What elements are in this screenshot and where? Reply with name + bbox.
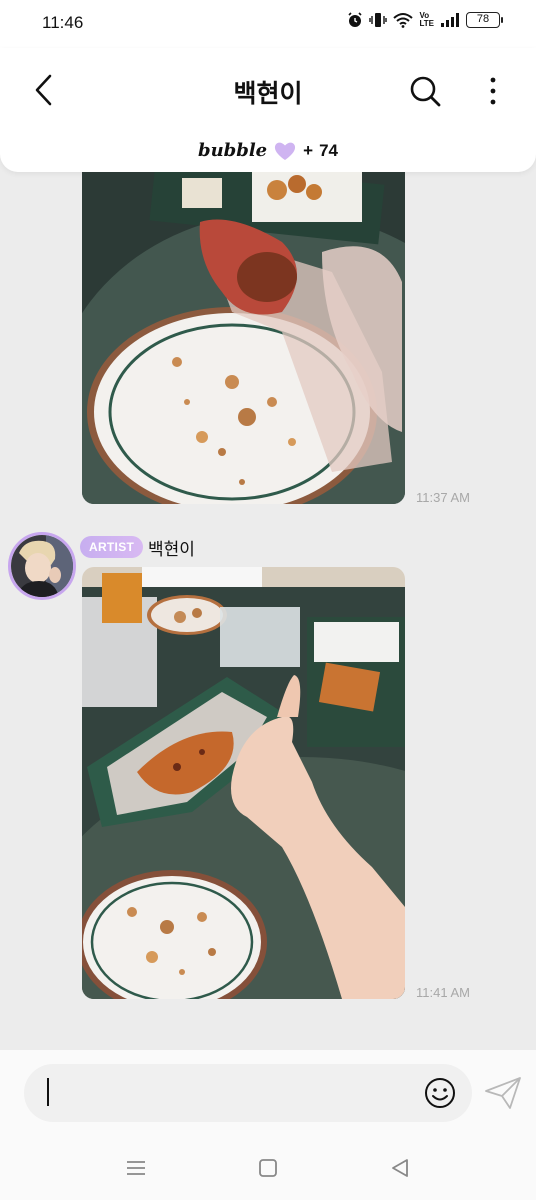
back-triangle-icon [392,1159,408,1177]
artist-badge: ARTIST [80,536,144,558]
avatar-image [11,535,73,597]
send-button[interactable] [484,1076,522,1110]
volte-indicator: Vo LTE [419,12,434,28]
message-input[interactable] [46,1078,406,1108]
bubble-plus: + [303,140,314,160]
status-icons: Vo LTE 78 [347,12,503,28]
home-button[interactable] [256,1156,280,1180]
nav-back-button[interactable] [388,1156,412,1180]
vibrate-icon [369,13,388,27]
message-time: 11:41 AM [416,985,470,1000]
message-time: 11:37 AM [416,490,470,505]
search-icon [410,76,441,107]
system-nav-bar [0,1140,536,1200]
chat-title: 백현이 [233,79,303,108]
sender-name: 백현이 [148,540,195,560]
photo-chicken-plate-image [82,172,405,504]
text-caret [47,1078,49,1106]
bubble-count: 74 [319,140,338,160]
alarm-icon [348,12,363,27]
photo-thumbs-up-image [82,567,405,999]
status-time: 11:46 [42,13,84,32]
artist-avatar[interactable] [8,532,76,600]
wifi-icon [393,13,414,28]
bubble-logo-text: bubble [198,140,268,161]
emoji-icon [425,1078,455,1108]
emoji-button[interactable] [424,1077,456,1109]
photo-message-chicken-plate[interactable] [82,172,405,504]
heart-icon [275,142,296,160]
signal-icon [441,13,459,27]
volte-bottom: LTE [419,19,434,28]
more-options-button[interactable] [480,72,506,110]
search-button[interactable] [406,72,444,110]
home-icon [259,1159,277,1177]
chat-header: 백현이 bubble + 74 [0,48,536,172]
send-icon [485,1077,521,1109]
bubble-counter: bubble + 74 [0,140,536,161]
more-vertical-icon [490,77,496,105]
battery-indicator: 78 [466,12,503,28]
recent-apps-icon [127,1161,145,1175]
recent-apps-button[interactable] [124,1156,148,1180]
status-bar: 11:46 Vo LTE 78 [0,0,536,48]
photo-message-thumbs-up[interactable] [82,567,405,999]
